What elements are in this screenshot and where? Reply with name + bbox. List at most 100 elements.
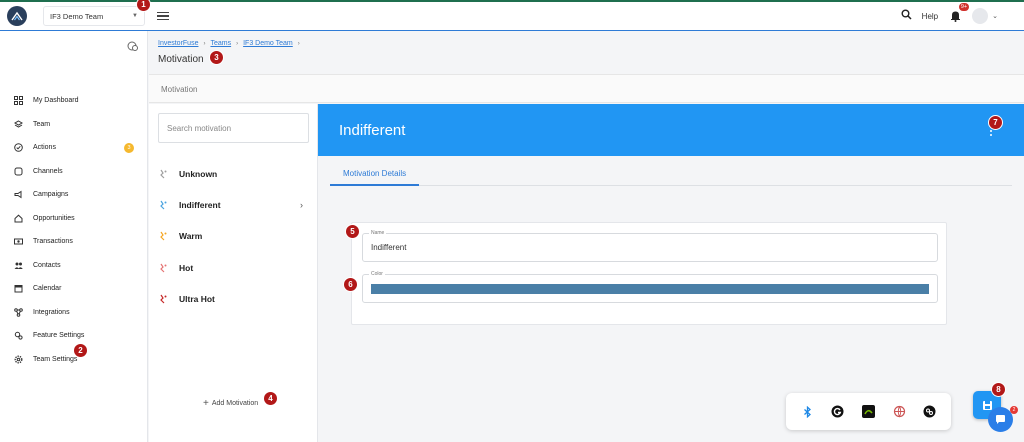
channels-icon <box>14 167 23 176</box>
detail-title: Indifferent <box>339 122 406 139</box>
color-swatch[interactable] <box>371 284 929 294</box>
sidebar: My Dashboard Team Actions 3 Channels Cam… <box>0 31 148 442</box>
breadcrumb-team[interactable]: IF3 Demo Team <box>243 40 293 47</box>
breadcrumb: InvestorFuse › Teams › IF3 Demo Team › <box>158 40 300 47</box>
motivation-label: Warm <box>179 231 203 242</box>
motivation-item-unknown[interactable]: Unknown <box>158 158 313 189</box>
page-title: Motivation <box>158 54 204 65</box>
avatar[interactable] <box>972 8 989 24</box>
bluetooth-icon[interactable] <box>801 405 814 418</box>
sidebar-item-label: Channels <box>33 167 63 175</box>
sidebar-item-campaigns[interactable]: Campaigns <box>14 183 144 207</box>
gear-icon <box>14 355 23 364</box>
detail-header: Indifferent <box>318 104 1024 156</box>
bell-icon <box>950 11 960 22</box>
add-motivation-button[interactable]: + Add Motivation <box>203 398 258 409</box>
sidebar-item-channels[interactable]: Channels <box>14 160 144 184</box>
motivation-item-ultra-hot[interactable]: Ultra Hot <box>158 283 313 314</box>
motivation-list-panel: Unknown Indifferent › Warm Hot Ultra Hot… <box>149 104 318 442</box>
globe-icon[interactable] <box>893 405 906 418</box>
layers-icon <box>14 120 23 129</box>
extension-icon[interactable] <box>923 405 936 418</box>
chat-icon <box>996 415 1005 424</box>
sidebar-item-integrations[interactable]: Integrations <box>14 301 144 325</box>
search-motivation-input[interactable] <box>158 113 309 143</box>
team-selector-label: IF3 Demo Team <box>50 11 104 21</box>
team-selector[interactable]: IF3 Demo Team ▼ <box>43 6 145 26</box>
sidebar-item-team[interactable]: Team <box>14 113 144 137</box>
sidebar-item-label: Integrations <box>33 308 70 316</box>
dashboard-icon <box>14 96 23 106</box>
feature-settings-icon <box>14 331 23 340</box>
notifications-badge: 9+ <box>958 3 970 11</box>
motivation-item-hot[interactable]: Hot <box>158 252 313 283</box>
actions-count-badge: 3 <box>124 142 134 153</box>
notifications-button[interactable]: 9+ <box>948 3 970 23</box>
annotation-marker-2: 2 <box>73 343 88 358</box>
add-motivation-label: Add Motivation <box>211 400 259 407</box>
sidebar-item-label: Actions <box>33 144 56 152</box>
top-bar: IF3 Demo Team ▼ Help 9+ ⌄ <box>0 0 1024 31</box>
grammarly-icon[interactable] <box>831 405 844 418</box>
sidebar-item-transactions[interactable]: Transactions <box>14 230 144 254</box>
help-link[interactable]: Help <box>922 12 938 21</box>
breadcrumb-teams[interactable]: Teams <box>210 40 231 47</box>
annotation-marker-8: 8 <box>991 382 1006 397</box>
annotation-marker-3: 3 <box>209 50 224 65</box>
chevron-right-icon: › <box>203 40 206 47</box>
motivation-icon <box>160 169 167 179</box>
color-field[interactable]: Color <box>362 271 938 303</box>
breadcrumb-investorfuse[interactable]: InvestorFuse <box>158 40 198 47</box>
app-logo-icon[interactable] <box>7 6 27 26</box>
calendar-icon <box>14 284 23 293</box>
sidebar-item-opportunities[interactable]: Opportunities <box>14 207 144 231</box>
annotation-marker-4: 4 <box>263 391 278 406</box>
motivation-item-warm[interactable]: Warm <box>158 221 313 252</box>
sidebar-collapse-icon[interactable] <box>127 40 139 52</box>
nvidia-icon[interactable] <box>861 405 875 418</box>
chevron-down-icon[interactable]: ⌄ <box>992 12 998 20</box>
sidebar-item-label: Campaigns <box>33 191 69 199</box>
motivation-form-card: Name Indifferent Color <box>351 222 947 325</box>
page-header: InvestorFuse › Teams › IF3 Demo Team › M… <box>149 31 1024 73</box>
motivation-item-indifferent[interactable]: Indifferent › <box>158 189 313 220</box>
motivation-list: Unknown Indifferent › Warm Hot Ultra Hot <box>158 158 313 314</box>
name-field[interactable]: Name Indifferent <box>362 230 938 262</box>
chevron-right-icon: › <box>297 40 300 47</box>
motivation-icon <box>160 263 167 272</box>
plus-icon: + <box>203 398 209 409</box>
menu-icon[interactable] <box>157 11 169 21</box>
money-icon <box>14 237 23 246</box>
motivation-detail-panel: Indifferent Motivation Details Name Indi… <box>318 104 1024 442</box>
sidebar-item-calendar[interactable]: Calendar <box>14 277 144 301</box>
tab-motivation-details[interactable]: Motivation Details <box>330 162 420 186</box>
sidebar-item-label: Opportunities <box>33 214 75 222</box>
sidebar-nav: My Dashboard Team Actions 3 Channels Cam… <box>14 89 144 371</box>
chevron-down-icon: ▼ <box>132 13 138 19</box>
motivation-label: Indifferent <box>179 199 221 210</box>
sidebar-item-label: Team <box>33 120 51 128</box>
annotation-marker-5: 5 <box>345 224 360 239</box>
search-icon[interactable] <box>901 7 912 25</box>
people-icon <box>14 261 23 270</box>
chevron-right-icon: › <box>300 199 303 210</box>
sidebar-item-actions[interactable]: Actions 3 <box>14 136 144 160</box>
sidebar-item-label: Contacts <box>33 261 61 269</box>
integrations-icon <box>14 307 23 317</box>
sidebar-item-label: Team Settings <box>33 355 78 363</box>
motivation-icon <box>160 200 167 210</box>
sidebar-item-label: My Dashboard <box>33 97 79 105</box>
name-field-label: Name <box>369 230 387 236</box>
sidebar-item-label: Transactions <box>33 238 73 246</box>
name-field-value: Indifferent <box>371 243 407 252</box>
chat-unread-badge: 2 <box>1010 406 1018 414</box>
motivation-label: Hot <box>179 262 194 273</box>
sidebar-item-my-dashboard[interactable]: My Dashboard <box>14 89 144 113</box>
save-icon <box>982 400 992 410</box>
annotation-marker-7: 7 <box>988 115 1003 130</box>
sidebar-item-label: Calendar <box>33 285 62 293</box>
sidebar-item-label: Feature Settings <box>33 332 85 340</box>
motivation-icon <box>160 231 167 241</box>
extension-toolbar <box>786 393 951 430</box>
sidebar-item-contacts[interactable]: Contacts <box>14 254 144 278</box>
